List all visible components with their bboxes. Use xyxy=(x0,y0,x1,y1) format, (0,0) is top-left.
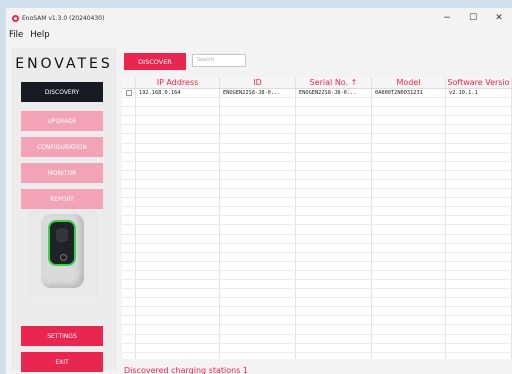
app-window: EnoSAM v1.3.0 (20240430) − ☐ ✕ File Help… xyxy=(6,8,512,374)
cell-id: ENOGEN22S8-J8-0... xyxy=(220,89,296,98)
column-serial-no[interactable]: Serial No. ↑ xyxy=(296,77,372,88)
sidebar-item-configuration[interactable]: CONFIGURATION xyxy=(21,137,103,157)
empty-row xyxy=(122,134,512,144)
app-icon xyxy=(12,14,19,22)
row-checkbox[interactable] xyxy=(125,90,132,97)
empty-row xyxy=(122,289,512,299)
table-row[interactable]: 192.168.0.164 ENOGEN22S8-J8-0... ENOGEN2… xyxy=(122,89,512,99)
menu-file[interactable]: File xyxy=(9,30,23,40)
empty-row xyxy=(122,179,512,190)
empty-row xyxy=(122,279,512,290)
window-title: EnoSAM v1.3.0 (20240430) xyxy=(22,14,105,22)
empty-row xyxy=(122,98,512,108)
header-select[interactable] xyxy=(122,77,136,88)
empty-row xyxy=(122,270,512,280)
empty-row xyxy=(122,125,512,135)
sidebar-item-upgrade[interactable]: UPGRADE xyxy=(21,111,103,131)
enovates-logo: ENOVATES xyxy=(15,56,113,72)
empty-row xyxy=(122,107,512,117)
empty-row xyxy=(122,234,512,244)
cell-ip-address: 192.168.0.164 xyxy=(136,89,220,98)
empty-row xyxy=(122,325,512,335)
settings-button[interactable]: SETTINGS xyxy=(21,326,103,346)
empty-row xyxy=(122,189,512,199)
cell-software-version: v2.10.1.1 xyxy=(446,89,512,98)
empty-row xyxy=(122,207,512,217)
maximize-button[interactable]: ☐ xyxy=(460,8,486,28)
empty-row xyxy=(122,198,512,208)
empty-rows xyxy=(122,98,512,359)
column-model[interactable]: Model xyxy=(372,77,446,88)
main-panel: DISCOVER Search IP Address ID Serial No.… xyxy=(122,48,512,374)
search-input[interactable]: Search xyxy=(192,54,246,67)
close-button[interactable]: ✕ xyxy=(486,8,512,28)
charger-image xyxy=(28,209,98,297)
empty-row xyxy=(122,334,512,344)
empty-row xyxy=(122,261,512,271)
exit-button[interactable]: EXIT xyxy=(21,352,103,372)
cell-model: 0A000T2N0031231 xyxy=(372,89,446,98)
sidebar-item-report[interactable]: REPORT xyxy=(21,189,103,209)
empty-row xyxy=(122,216,512,226)
empty-row xyxy=(122,152,512,162)
empty-row xyxy=(122,161,512,171)
column-id[interactable]: ID xyxy=(220,77,296,88)
menu-help[interactable]: Help xyxy=(30,30,49,40)
discover-button[interactable]: DISCOVER xyxy=(124,53,186,70)
charger-face xyxy=(48,220,76,266)
empty-row xyxy=(122,252,512,262)
empty-row xyxy=(122,343,512,353)
column-software-version[interactable]: Software Versio xyxy=(446,77,512,88)
status-text: Discovered charging stations 1 xyxy=(124,366,248,374)
title-bar: EnoSAM v1.3.0 (20240430) − ☐ ✕ xyxy=(6,8,512,28)
sidebar-item-monitor[interactable]: MONITOR xyxy=(21,163,103,183)
cell-serial-no: ENOGEN22S8-J8-0... xyxy=(296,89,372,98)
empty-row xyxy=(122,143,512,153)
sidebar: ENOVATES DISCOVERY UPGRADE CONFIGURATION… xyxy=(11,48,117,372)
empty-row xyxy=(122,225,512,235)
empty-row xyxy=(122,243,512,253)
empty-row xyxy=(122,316,512,326)
empty-row xyxy=(122,352,512,359)
menu-bar: File Help xyxy=(6,28,512,42)
sidebar-item-discovery[interactable]: DISCOVERY xyxy=(21,82,103,102)
stations-table: IP Address ID Serial No. ↑ Model Softwar… xyxy=(122,77,512,359)
empty-row xyxy=(122,170,512,180)
minimize-button[interactable]: − xyxy=(434,8,460,28)
table-header: IP Address ID Serial No. ↑ Model Softwar… xyxy=(122,77,512,89)
empty-row xyxy=(122,116,512,126)
column-ip-address[interactable]: IP Address xyxy=(136,77,220,88)
empty-row xyxy=(122,298,512,308)
empty-row xyxy=(122,307,512,317)
